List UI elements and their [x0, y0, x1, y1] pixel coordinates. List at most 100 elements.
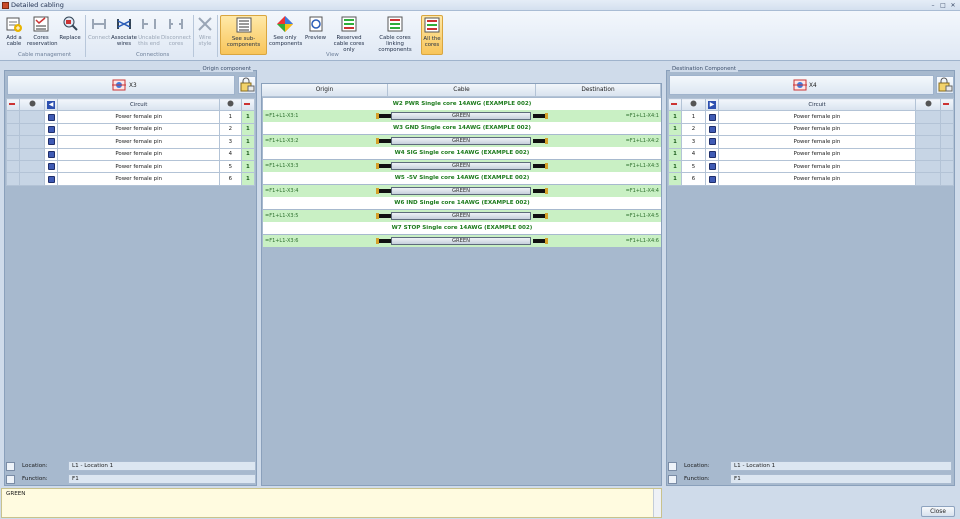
function-icon: [6, 475, 15, 484]
cable-title[interactable]: W4 SIG Single core 14AWG (EXAMPLE 002): [263, 147, 661, 159]
table-row[interactable]: 1 5 Power female pin: [668, 159, 954, 174]
connect-icon: [92, 19, 106, 29]
associate-wires-icon: [117, 19, 131, 29]
preview-button[interactable]: Preview: [304, 15, 327, 55]
table-row[interactable]: Power female pin 3 1: [5, 135, 256, 149]
description-box[interactable]: GREEN: [1, 488, 662, 518]
window-title: Detailed cabling: [11, 1, 64, 9]
pin-icon: [708, 113, 716, 121]
cable-end-column-icon: [668, 97, 682, 112]
destination-column-header[interactable]: Destination: [536, 84, 661, 97]
cable-title[interactable]: W6 IND Single core 14AWG (EXAMPLE 002): [263, 197, 661, 209]
circuit-cell: Power female pin: [718, 172, 916, 186]
connector-left-icon: [376, 238, 391, 244]
status-cell: 1: [240, 122, 256, 137]
group-label-cable-management: Cable management: [18, 52, 72, 58]
connector-right-icon: [533, 188, 548, 194]
circuit-cell: Power female pin: [718, 135, 916, 149]
cabling-panel: Origin Cable Destination W2 PWR Single c…: [261, 83, 662, 486]
cable-core-row[interactable]: =F1+L1-X3:5 GREEN =F1+L1-X4:5: [263, 210, 661, 222]
uncable-end-label: Uncable this end: [138, 35, 160, 47]
destination-terminal: =F1+L1-X4:3: [625, 163, 659, 169]
function-field[interactable]: F1: [730, 474, 952, 484]
cable-cores-linking-components-button[interactable]: Cable cores linking components: [371, 15, 419, 55]
table-row[interactable]: 1 3 Power female pin: [668, 135, 954, 149]
table-row[interactable]: Power female pin 6 1: [5, 172, 256, 186]
circuit-column-header[interactable]: Circuit: [57, 97, 221, 112]
destination-terminal: =F1+L1-X4:4: [625, 188, 659, 194]
wire-style-button[interactable]: Wire style: [195, 15, 215, 55]
connect-button[interactable]: Connect: [88, 15, 110, 55]
cable-core-row[interactable]: =F1+L1-X3:3 GREEN =F1+L1-X4:3: [263, 160, 661, 172]
see-only-components-button[interactable]: See only components: [269, 15, 302, 55]
function-field[interactable]: F1: [68, 474, 256, 484]
add-cable-label: Add a cable: [6, 35, 22, 47]
status-cell: 1: [668, 135, 682, 149]
disconnect-cores-button[interactable]: Disconnect cores: [161, 15, 191, 55]
table-row[interactable]: Power female pin 4 1: [5, 147, 256, 161]
cable-core-row[interactable]: =F1+L1-X3:1 GREEN =F1+L1-X4:1: [263, 110, 661, 122]
table-row[interactable]: Power female pin 1 1: [5, 110, 256, 124]
description-scrollbar[interactable]: [653, 489, 661, 517]
status-cell: 1: [668, 122, 682, 137]
table-row[interactable]: 1 6 Power female pin: [668, 172, 954, 186]
pin-icon: [47, 175, 55, 183]
table-row[interactable]: 1 1 Power female pin: [668, 110, 954, 124]
pin-number-cell: 1: [219, 110, 242, 124]
maximize-button[interactable]: □: [939, 2, 947, 9]
see-sub-components-button[interactable]: See sub-components: [220, 15, 267, 55]
cable-title[interactable]: W2 PWR Single core 14AWG (EXAMPLE 002): [263, 98, 661, 110]
cable-title[interactable]: W7 STOP Single core 14AWG (EXAMPLE 002): [263, 222, 661, 234]
destination-terminal: =F1+L1-X4:1: [625, 113, 659, 119]
status-cell: 1: [240, 172, 256, 186]
origin-column-header[interactable]: Origin: [262, 84, 388, 97]
close-window-button[interactable]: ✕: [949, 2, 957, 9]
origin-terminal: =F1+L1-X3:4: [265, 188, 299, 194]
add-cable-icon: [6, 17, 22, 32]
table-row[interactable]: 1 4 Power female pin: [668, 147, 954, 161]
add-cable-button[interactable]: Add a cable: [3, 15, 25, 55]
cable-title[interactable]: W5 -5V Single core 14AWG (EXAMPLE 002): [263, 172, 661, 184]
location-field[interactable]: L1 - Location 1: [730, 461, 952, 471]
cable-core-row[interactable]: =F1+L1-X3:6 GREEN =F1+L1-X4:6: [263, 235, 661, 247]
cores-reservation-button[interactable]: Cores reservation: [27, 15, 58, 55]
origin-component-header[interactable]: X3: [7, 75, 235, 95]
table-row[interactable]: 1 2 Power female pin: [668, 122, 954, 137]
table-row[interactable]: Power female pin 2 1: [5, 122, 256, 137]
close-button[interactable]: Close: [921, 506, 955, 517]
preview-label: Preview: [305, 35, 326, 41]
uncable-end-button[interactable]: Uncable this end: [138, 15, 160, 55]
wire-style-label: Wire style: [198, 35, 212, 47]
table-row[interactable]: Power female pin 5 1: [5, 159, 256, 174]
circuit-cell: Power female pin: [57, 147, 221, 161]
all-the-cores-button[interactable]: All the cores: [421, 15, 443, 55]
replace-button[interactable]: Replace: [58, 15, 82, 55]
pin-number-cell: 3: [219, 135, 242, 149]
origin-terminal: =F1+L1-X3:2: [265, 138, 299, 144]
preview-icon: [309, 16, 322, 32]
wire-color: GREEN: [391, 212, 531, 220]
cable-core-row[interactable]: =F1+L1-X3:4 GREEN =F1+L1-X4:4: [263, 185, 661, 197]
lock-icon[interactable]: [936, 76, 954, 94]
pin-number-cell: 4: [681, 147, 706, 161]
circuit-cell: Power female pin: [718, 122, 916, 137]
origin-terminal: =F1+L1-X3:3: [265, 163, 299, 169]
location-field[interactable]: L1 - Location 1: [68, 461, 256, 471]
origin-terminal: =F1+L1-X3:1: [265, 113, 299, 119]
circuit-column-header[interactable]: Circuit: [718, 97, 916, 112]
lock-icon[interactable]: [238, 76, 256, 94]
destination-terminal: =F1+L1-X4:2: [625, 138, 659, 144]
reserved-cable-cores-only-button[interactable]: Reserved cable cores only: [329, 15, 369, 55]
circuit-cell: Power female pin: [57, 122, 221, 137]
cable-title[interactable]: W3 GND Single core 14AWG (EXAMPLE 002): [263, 122, 661, 134]
pin-icon: [47, 125, 55, 133]
cable-core-row[interactable]: =F1+L1-X3:2 GREEN =F1+L1-X4:2: [263, 135, 661, 147]
cable-column-header[interactable]: Cable: [388, 84, 536, 97]
destination-component-header[interactable]: X4: [669, 75, 934, 95]
circuit-cell: Power female pin: [57, 135, 221, 149]
origin-terminal: =F1+L1-X3:6: [265, 238, 299, 244]
minimize-button[interactable]: –: [929, 2, 937, 9]
connector-left-icon: [376, 163, 391, 169]
sub-components-icon: [236, 17, 251, 33]
associate-wires-button[interactable]: Associate wires: [111, 15, 137, 55]
